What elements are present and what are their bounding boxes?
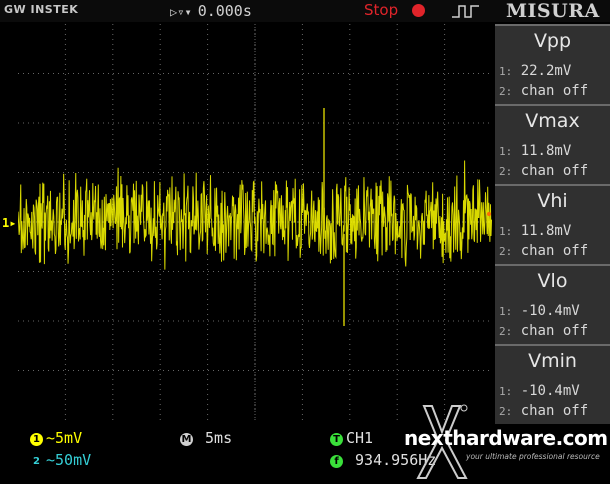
ch1-label: 1: — [499, 385, 513, 398]
channel-1-ground-label: 1 — [2, 216, 10, 230]
measurement-ch1: 1: 11.8mV — [499, 223, 571, 239]
measurement-name: Vmin — [528, 350, 577, 372]
main-timebase-badge-icon: M — [180, 433, 193, 446]
measurement-ch1: 1: -10.4mV — [499, 383, 580, 399]
measurement-vhi[interactable]: Vhi 1: 11.8mV 2: chan off — [495, 184, 610, 264]
ch2-value: chan off — [520, 323, 589, 339]
ch1-value: -10.4mV — [520, 303, 580, 319]
measurement-name: Vpp — [533, 30, 572, 52]
trigger-source-value: CH1 — [346, 429, 374, 447]
stop-indicator-icon — [412, 4, 425, 17]
site-watermark: nexthardware.com your ultimate professio… — [404, 400, 610, 484]
waveform-display — [18, 24, 492, 420]
measurement-ch1: 1: 11.8mV — [499, 143, 571, 159]
ch1-value: 11.8mV — [520, 223, 572, 239]
ch1-value: 22.2mV — [520, 63, 572, 79]
top-status-bar: GW INSTEK ▷▿▾ 0.000s Stop MISURA — [0, 0, 610, 22]
brand-logo: GW INSTEK — [4, 3, 79, 16]
frequency-badge-icon: f — [330, 455, 343, 468]
run-state: Stop — [364, 1, 399, 19]
ch2-label: 2: — [499, 325, 513, 338]
trigger-level-marker — [487, 212, 491, 216]
measurement-ch2: 2: chan off — [499, 83, 588, 99]
ch1-label: 1: — [499, 65, 513, 78]
trigger-edge-icon — [452, 5, 479, 18]
horizontal-position-icon: ▷▿▾ — [170, 5, 192, 19]
channel-1-trace — [18, 160, 492, 270]
site-tagline: your ultimate professional resource — [466, 452, 600, 461]
watermark-text: MISURA — [506, 0, 600, 22]
ch2-value: chan off — [520, 163, 589, 179]
horizontal-scale[interactable]: M 5ms — [180, 429, 232, 447]
measurement-ch2: 2: chan off — [499, 163, 588, 179]
ch1-label: 1: — [499, 145, 513, 158]
horizontal-scale-value: 5ms — [205, 429, 233, 447]
measurement-vmax[interactable]: Vmax 1: 11.8mV 2: chan off — [495, 104, 610, 184]
waveform-svg — [18, 24, 492, 420]
ch2-value: chan off — [520, 243, 589, 259]
ch1-label: 1: — [499, 225, 513, 238]
channel-2-scale-value: 50mV — [55, 451, 92, 469]
ch1-value: 11.8mV — [520, 143, 572, 159]
ac-coupling-icon: ~ — [46, 451, 56, 469]
channel-2-scale[interactable]: 2 ~50mV — [30, 451, 91, 469]
measurement-ch2: 2: chan off — [499, 243, 588, 259]
channel-1-ground-marker: 1▸ — [2, 216, 17, 230]
timebase-offset-value: 0.000s — [197, 2, 252, 20]
channel-2-badge-icon: 2 — [33, 456, 40, 467]
ch2-label: 2: — [499, 245, 513, 258]
measurement-panel: Vpp 1: 22.2mV 2: chan off Vmax 1: 11.8mV… — [495, 24, 610, 424]
ch1-value: -10.4mV — [520, 383, 580, 399]
ch1-label: 1: — [499, 305, 513, 318]
ac-coupling-icon: ~ — [46, 429, 56, 447]
ch2-label: 2: — [499, 85, 513, 98]
channel-1-badge-icon: 1 — [30, 433, 43, 446]
trigger-source[interactable]: T CH1 — [330, 429, 373, 447]
channel-1-scale[interactable]: 1 ~5mV — [30, 429, 82, 447]
measurement-vpp[interactable]: Vpp 1: 22.2mV 2: chan off — [495, 24, 610, 104]
measurement-ch2: 2: chan off — [499, 323, 588, 339]
measurement-name: Vlo — [537, 270, 568, 292]
trigger-badge-icon: T — [330, 433, 343, 446]
measurement-ch1: 1: 22.2mV — [499, 63, 571, 79]
measurement-name: Vhi — [537, 190, 568, 212]
measurement-vlo[interactable]: Vlo 1: -10.4mV 2: chan off — [495, 264, 610, 344]
measurement-ch1: 1: -10.4mV — [499, 303, 580, 319]
channel-1-scale-value: 5mV — [55, 429, 83, 447]
measurement-name: Vmax — [525, 110, 580, 132]
timebase-offset: ▷▿▾ 0.000s — [170, 2, 252, 20]
site-name: nexthardware.com — [404, 426, 608, 450]
ch2-value: chan off — [520, 83, 589, 99]
ch2-label: 2: — [499, 165, 513, 178]
